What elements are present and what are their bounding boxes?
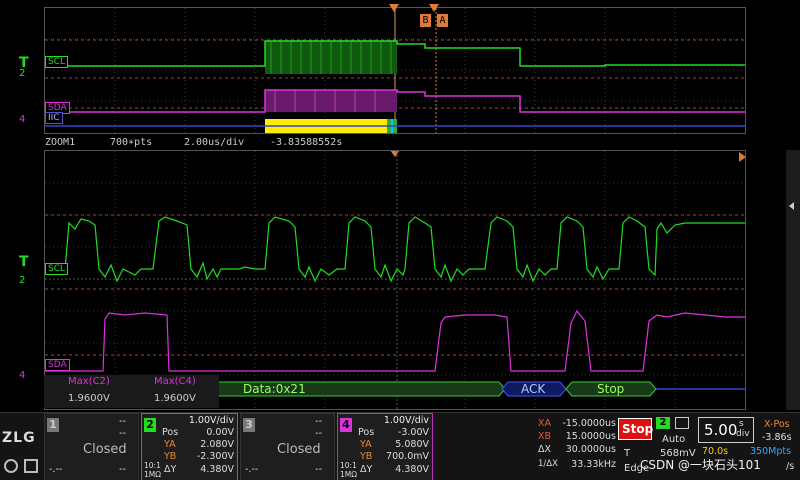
- measurement-panel[interactable]: Max(C2) 1.9600V Max(C4) 1.9600V: [44, 375, 219, 408]
- ch4-number: 4: [340, 418, 352, 432]
- ch2-ya: 2.080V: [200, 439, 234, 450]
- xpos-value[interactable]: -3.86s: [762, 432, 792, 443]
- timebase-unit-top: s: [739, 419, 744, 429]
- cursor-xa: -15.0000us: [562, 418, 616, 429]
- ch4-probe: 10:1: [340, 461, 357, 470]
- watermark-text: CSDN @一块石头101: [640, 458, 761, 472]
- ch2-yb-label: YB: [164, 451, 177, 462]
- ch2-pos: 0.00V: [206, 427, 234, 438]
- cursor-inv-label: 1/ΔX: [538, 459, 558, 469]
- xpos-label: X-Pos: [764, 419, 790, 430]
- right-scroll-strip[interactable]: [786, 150, 800, 410]
- run-stop-button[interactable]: Stop: [618, 418, 654, 440]
- overview-waveform[interactable]: [44, 7, 746, 134]
- cursor-xa-label: XA: [538, 418, 552, 429]
- ch4-ya: 5.080V: [395, 439, 429, 450]
- ch4-yb: 700.0mV: [386, 451, 429, 462]
- ch2-ya-label: YA: [164, 439, 176, 450]
- expand-left-icon[interactable]: [789, 202, 794, 210]
- grid-icon[interactable]: [24, 459, 38, 473]
- ch1-panel[interactable]: 1 -- -- Closed -.-- --: [44, 413, 139, 480]
- zoom-scl-label: SCL: [45, 263, 69, 275]
- run-stop-label: Stop: [622, 422, 654, 436]
- ch3-number: 3: [243, 418, 255, 432]
- ch4-yb-label: YB: [360, 451, 373, 462]
- ch4-impedance: 1MΩ: [340, 470, 357, 479]
- timebase-box[interactable]: 5.00 s div: [698, 417, 754, 443]
- cursor-a-marker-icon[interactable]: [429, 4, 439, 12]
- meas1-value: 1.9600V: [68, 393, 110, 404]
- cursor-readout-panel[interactable]: XA -15.0000us XB 15.0000us ΔX 30.0000us …: [536, 416, 616, 478]
- ch2-impedance: 1MΩ: [144, 470, 161, 479]
- cursor-inv: 33.33kHz: [571, 459, 616, 470]
- zoom-waveform[interactable]: [44, 150, 746, 410]
- ch3-dy: --: [315, 464, 322, 475]
- ch2-panel[interactable]: 2 1.00V/div Pos 0.00V YA 2.080V YB -2.30…: [141, 413, 238, 480]
- cursor-b-tag[interactable]: B: [420, 14, 431, 27]
- zoom-points: 700∗pts: [110, 137, 153, 148]
- ch4-pos-label: Pos: [358, 427, 375, 438]
- ch4-dy-label: ΔY: [360, 464, 373, 475]
- ch1-number: 1: [47, 418, 59, 432]
- ch2-level-marker[interactable]: 2: [19, 68, 25, 79]
- cursor-xb: 15.0000us: [565, 431, 616, 442]
- ch3-offset: --: [315, 428, 322, 439]
- cursor-xb-label: XB: [538, 431, 552, 442]
- ch4-panel[interactable]: 4 1.00V/div Pos -3.00V YA 5.080V YB 700.…: [337, 413, 433, 480]
- zoom-info-bar: ZOOM1 700∗pts 2.00us/div -3.83588552s: [44, 136, 746, 150]
- trigger-source-badge[interactable]: 2: [656, 417, 670, 429]
- trigger-level-label: T: [624, 448, 631, 459]
- ch2-vdiv: 1.00V/div: [188, 415, 234, 426]
- i2c-ack-frame[interactable]: ACK: [521, 382, 545, 396]
- overview-iic-label: IIC: [45, 112, 63, 124]
- trigger-slope-icon[interactable]: [675, 417, 689, 429]
- meas2-name: Max(C4): [154, 376, 196, 387]
- ch1-coupling: -.--: [49, 464, 63, 475]
- ch1-vdiv: --: [119, 416, 126, 427]
- ch4-pos: -3.00V: [397, 427, 429, 438]
- ch2-number: 2: [144, 418, 156, 432]
- zoom-name: ZOOM1: [45, 137, 76, 148]
- sample-rate-unit: /s: [786, 461, 795, 472]
- ch2-dy-label: ΔY: [164, 464, 177, 475]
- meas2-value: 1.9600V: [154, 393, 196, 404]
- bottom-control-panel: ZLG 1 -- -- Closed -.-- -- 2 1.00V/div P…: [0, 412, 800, 480]
- cursor-a-tag[interactable]: A: [437, 14, 448, 27]
- i2c-data-frame[interactable]: Data:0x21: [243, 382, 306, 396]
- ch2-yb: -2.300V: [196, 451, 234, 462]
- timebase-unit-bottom: div: [736, 429, 750, 439]
- ch4-ya-label: YA: [360, 439, 372, 450]
- ch1-dy: --: [119, 464, 126, 475]
- ch1-state: Closed: [83, 442, 127, 457]
- search-zoom-icon[interactable]: [4, 459, 18, 473]
- brand-logo[interactable]: ZLG: [2, 427, 42, 449]
- ch2-probe: 10:1: [144, 461, 161, 470]
- trigger-marker-icon[interactable]: [389, 4, 399, 12]
- i2c-stop-frame[interactable]: Stop: [597, 382, 624, 396]
- brand-logo-text: ZLG: [2, 430, 36, 446]
- ch4-dy: 4.380V: [395, 464, 429, 475]
- ch4-vdiv: 1.00V/div: [383, 415, 429, 426]
- overview-scl-label: SCL: [45, 56, 69, 68]
- ch1-offset: --: [119, 428, 126, 439]
- zoom-sda-label: SDA: [45, 359, 70, 371]
- ch3-panel[interactable]: 3 -- -- Closed -.-- --: [240, 413, 335, 480]
- ch4-level-marker[interactable]: 4: [19, 114, 25, 125]
- cursor-dx-label: ΔX: [538, 444, 552, 455]
- trigger-mode[interactable]: Auto: [662, 434, 685, 445]
- ch3-state: Closed: [277, 442, 321, 457]
- zoom-timebase: 2.00us/div: [184, 137, 245, 148]
- zoom-ch4-level-marker[interactable]: 4: [19, 370, 25, 381]
- zoom-offset: -3.83588552s: [270, 137, 343, 148]
- timebase-value: 5.00: [704, 421, 738, 439]
- ch2-pos-label: Pos: [162, 427, 179, 438]
- ch3-coupling: -.--: [245, 464, 259, 475]
- zoom-trigger-level-marker[interactable]: T: [19, 254, 29, 270]
- trigger-source: 2: [659, 417, 667, 428]
- ch3-vdiv: --: [315, 416, 322, 427]
- zoom-ch2-level-marker[interactable]: 2: [19, 275, 25, 286]
- meas1-name: Max(C2): [68, 376, 110, 387]
- ch2-dy: 4.380V: [200, 464, 234, 475]
- cursor-dx: 30.0000us: [565, 444, 616, 455]
